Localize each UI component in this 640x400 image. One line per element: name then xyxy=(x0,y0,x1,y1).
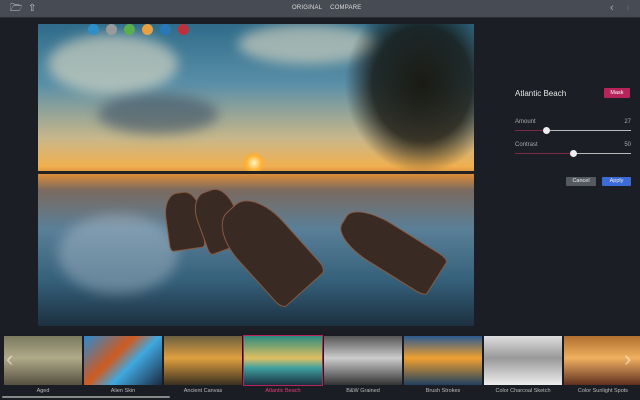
share-icon[interactable]: ⇧ xyxy=(28,3,39,14)
color-dot-darkblue[interactable] xyxy=(160,24,171,35)
color-dot-gray[interactable] xyxy=(106,24,117,35)
top-toolbar: 🗁 ⇧ ORIGINAL COMPARE ‹ › xyxy=(0,0,640,18)
filter-title: Atlantic Beach xyxy=(515,89,566,98)
amount-slider-knob[interactable] xyxy=(543,127,550,134)
main-photo xyxy=(38,24,474,326)
strip-right-arrow-icon[interactable]: › xyxy=(624,348,631,370)
compare-button[interactable]: COMPARE xyxy=(330,5,361,11)
view-modes: ORIGINAL COMPARE xyxy=(292,5,367,11)
color-dot-blue[interactable] xyxy=(88,24,99,35)
strip-scrollbar[interactable] xyxy=(2,396,170,398)
filter-thumbnail[interactable] xyxy=(244,336,322,385)
contrast-value: 50 xyxy=(611,142,631,148)
chevron-left-icon[interactable]: ‹ xyxy=(610,3,614,14)
filter-thumbnail[interactable] xyxy=(164,336,242,385)
filter-label[interactable]: B&W Grained xyxy=(324,388,402,394)
contrast-label: Contrast xyxy=(515,142,538,148)
filter-label[interactable]: Brush Strokes xyxy=(404,388,482,394)
chevron-right-icon[interactable]: › xyxy=(626,3,630,14)
filter-label[interactable]: Atlantic Beach xyxy=(244,388,322,394)
folder-icon[interactable]: 🗁 xyxy=(10,3,21,14)
apply-button[interactable]: Apply xyxy=(602,177,631,186)
strip-left-arrow-icon[interactable]: ‹ xyxy=(6,348,13,370)
contrast-slider[interactable] xyxy=(515,153,631,154)
filter-thumbnail[interactable] xyxy=(84,336,162,385)
mask-button[interactable]: Mask xyxy=(604,88,630,98)
color-dot-red[interactable] xyxy=(178,24,189,35)
filter-label[interactable]: Color Sunlight Spots xyxy=(564,388,640,394)
filter-thumbnail[interactable] xyxy=(404,336,482,385)
color-dot-green[interactable] xyxy=(124,24,135,35)
color-dot-orange[interactable] xyxy=(142,24,153,35)
filter-label[interactable]: Color Charcoal Sketch xyxy=(484,388,562,394)
amount-label: Amount xyxy=(515,119,536,125)
cancel-button[interactable]: Cancel xyxy=(566,177,596,186)
filter-thumbnail[interactable] xyxy=(4,336,82,385)
color-label-dots xyxy=(88,24,189,35)
amount-slider[interactable] xyxy=(515,130,631,131)
amount-value: 27 xyxy=(611,119,631,125)
filter-label[interactable]: Aged xyxy=(4,388,82,394)
filter-thumbnail[interactable] xyxy=(484,336,562,385)
contrast-slider-knob[interactable] xyxy=(570,150,577,157)
original-button[interactable]: ORIGINAL xyxy=(292,5,322,11)
filter-label[interactable]: Alien Skin xyxy=(84,388,162,394)
filter-thumbnail[interactable] xyxy=(324,336,402,385)
filter-label[interactable]: Ancient Canvas xyxy=(164,388,242,394)
